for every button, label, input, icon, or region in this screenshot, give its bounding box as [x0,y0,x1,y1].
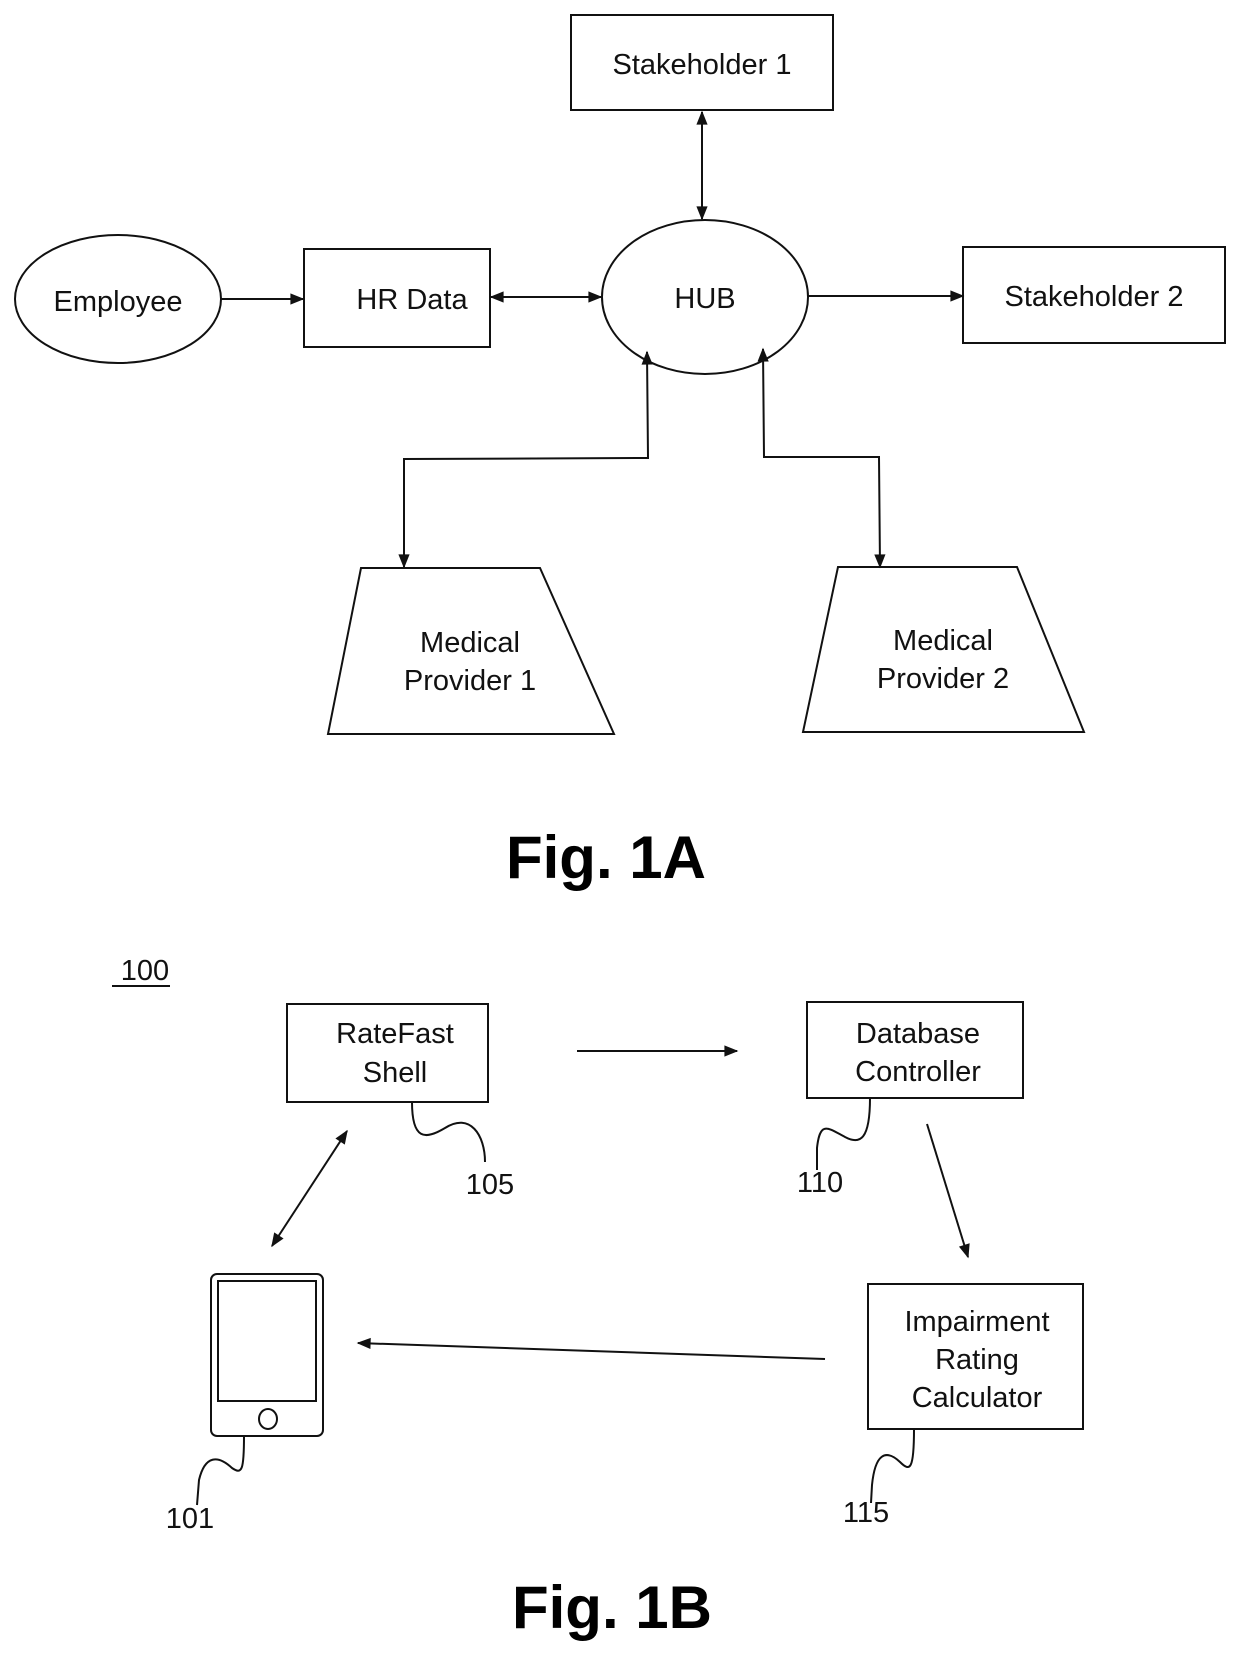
database-controller-label-line1: Database [856,1018,980,1050]
figure-1a-caption: Fig. 1A [506,824,706,891]
hub-label: HUB [674,283,735,315]
employee-node: Employee [14,234,222,364]
hub-node: HUB [601,219,809,375]
stakeholder-2-node: Stakeholder 2 [962,246,1226,344]
impairment-rating-calculator-label-line1: Impairment [904,1306,1049,1338]
figure-1b: 100 RateFast Shell 105 Database Controll… [112,955,1084,1641]
arrow-calculator-to-mobile-device [356,1337,826,1360]
leader-line-110 [816,1097,871,1170]
mobile-device-icon [210,1273,324,1437]
ratefast-shell-label-line2: Shell [363,1057,428,1089]
arrow-mobile-device-shell [271,1129,348,1248]
medical-provider-1-label-line1: Medical [420,627,520,659]
impairment-rating-calculator-node: Impairment Rating Calculator [867,1283,1084,1430]
arrow-hub-medical-provider-2 [757,347,886,569]
medical-provider-2-node: Medical Provider 2 [801,566,1086,733]
impairment-rating-calculator-label-line2: Rating [935,1344,1019,1376]
stakeholder-1-node: Stakeholder 1 [570,14,834,111]
stakeholder-1-label: Stakeholder 1 [613,49,792,81]
leader-line-115 [870,1428,915,1504]
arrow-hub-medical-provider-1 [398,350,653,569]
hr-data-label: HR Data [356,284,468,316]
mobile-device-reference: 101 [166,1503,214,1535]
employee-label: Employee [54,286,183,318]
leader-line-101 [196,1435,245,1506]
impairment-rating-calculator-reference: 115 [843,1497,889,1529]
arrow-database-controller-to-calculator [926,1123,970,1259]
figure-1b-caption: Fig. 1B [512,1574,712,1641]
ratefast-shell-label-line1: RateFast [336,1018,454,1050]
stakeholder-2-label: Stakeholder 2 [1005,281,1184,313]
medical-provider-1-node: Medical Provider 1 [326,567,616,735]
database-controller-label-line2: Controller [855,1056,981,1088]
system-reference-100: 100 [121,955,169,987]
medical-provider-2-label-line2: Provider 2 [877,663,1009,695]
database-controller-node: Database Controller [806,1001,1024,1099]
patent-drawing-sheet: Stakeholder 1 Employee HR Data HUB Stake… [14,14,1226,1641]
impairment-rating-calculator-label-line3: Calculator [912,1382,1043,1414]
medical-provider-1-label-line2: Provider 1 [404,665,536,697]
leader-line-105 [411,1101,486,1163]
medical-provider-2-label-line1: Medical [893,625,993,657]
hr-data-node: HR Data [303,248,491,348]
ratefast-shell-reference: 105 [466,1169,514,1201]
figure-1a: Stakeholder 1 Employee HR Data HUB Stake… [14,14,1226,891]
ratefast-shell-node: RateFast Shell [286,1003,489,1103]
database-controller-reference: 110 [797,1167,843,1199]
